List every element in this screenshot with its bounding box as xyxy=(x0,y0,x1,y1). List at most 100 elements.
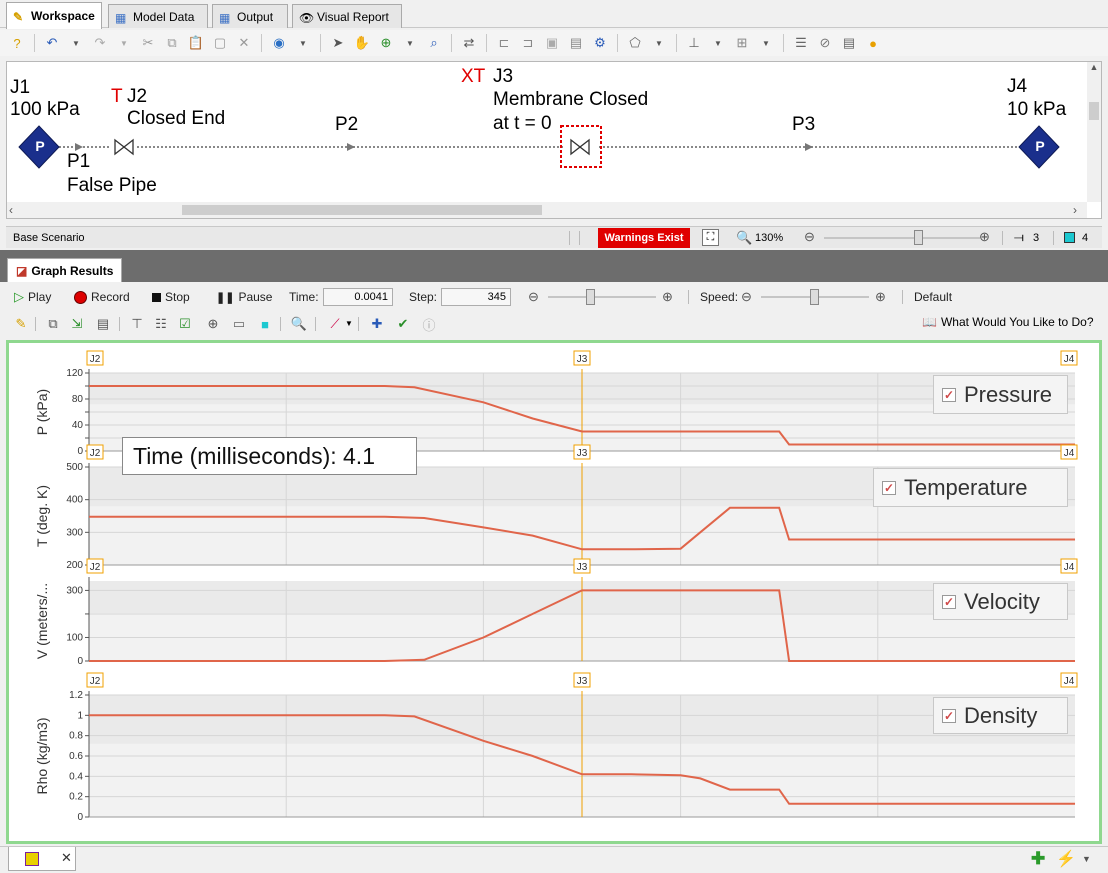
highlight-icon[interactable]: ■ xyxy=(254,313,276,335)
graph-data-icon[interactable]: ▤ xyxy=(92,313,114,335)
chevron-down-icon[interactable]: ▼ xyxy=(292,32,314,54)
tab-model-data[interactable]: ▦ Model Data xyxy=(108,4,208,28)
checkbox-icon[interactable]: ✓ xyxy=(882,480,896,495)
close-icon[interactable]: ✕ xyxy=(61,850,72,866)
legend-icon[interactable]: ☷ xyxy=(150,313,172,335)
crosshair-icon[interactable]: ⊕ xyxy=(202,313,224,335)
redo-icon[interactable]: ↷ xyxy=(89,32,111,54)
reverse-direction-icon[interactable]: ⇄ xyxy=(458,32,480,54)
help-link[interactable]: 📖 What Would You Like to Do? xyxy=(922,315,1094,329)
binoculars-icon[interactable]: ⌕ xyxy=(423,32,445,54)
pause-button[interactable]: ❚❚ Pause xyxy=(216,284,272,310)
step-decrease-icon[interactable]: ⊖ xyxy=(528,284,539,310)
scroll-left-icon[interactable]: ‹ xyxy=(9,203,13,217)
lock-icon[interactable]: ▣ xyxy=(541,32,563,54)
step-field[interactable]: 345 xyxy=(441,288,511,306)
axis-icon[interactable]: ⊥ xyxy=(683,32,705,54)
horizontal-scrollbar[interactable]: ‹ › xyxy=(7,202,1087,218)
play-button[interactable]: ▷ Play xyxy=(14,284,51,310)
vertical-scrollbar[interactable]: ▲ xyxy=(1087,62,1101,202)
pause-icon: ❚❚ xyxy=(216,291,235,304)
tab-workspace[interactable]: ✎ Workspace xyxy=(6,2,102,29)
y-tick-label: 1.2 xyxy=(69,690,83,701)
add-graph-icon[interactable]: ✚ xyxy=(366,313,388,335)
globe-icon[interactable]: ◉ xyxy=(268,32,290,54)
step-slider-thumb[interactable] xyxy=(586,289,595,305)
undo-icon[interactable]: ↶ xyxy=(41,32,63,54)
tab-graph-results[interactable]: ◪ Graph Results xyxy=(7,258,123,282)
stop-button[interactable]: Stop xyxy=(152,284,190,310)
paste-icon[interactable]: 📋 xyxy=(185,32,207,54)
zoom-in-icon[interactable]: ⊕ xyxy=(375,32,397,54)
graph-list-tab[interactable]: ✕ xyxy=(8,847,76,871)
report-icon[interactable]: ▤ xyxy=(838,32,860,54)
no-icon[interactable]: ⊘ xyxy=(814,32,836,54)
warnings-badge[interactable]: Warnings Exist xyxy=(598,228,690,248)
chevron-down-icon[interactable]: ▼ xyxy=(345,319,353,328)
select-all-icon[interactable]: ▢ xyxy=(209,32,231,54)
speed-increase-icon[interactable]: ⊕ xyxy=(875,284,886,310)
list-icon[interactable]: ☰ xyxy=(790,32,812,54)
shape-icon[interactable]: ⬠ xyxy=(624,32,646,54)
chevron-down-icon[interactable]: ▼ xyxy=(113,32,135,54)
speed-decrease-icon[interactable]: ⊖ xyxy=(741,284,752,310)
legend-velocity[interactable]: ✓ Velocity xyxy=(933,583,1068,620)
checkbox-toggle-icon[interactable]: ☑ xyxy=(174,313,196,335)
cut-icon[interactable]: ✂ xyxy=(137,32,159,54)
default-speed-button[interactable]: Default xyxy=(914,284,952,310)
zoom-out-icon[interactable]: ⊖ xyxy=(804,229,815,245)
chevron-down-icon[interactable]: ▼ xyxy=(65,32,87,54)
legend-pressure[interactable]: ✓ Pressure xyxy=(933,375,1068,414)
zoom-graph-icon[interactable]: 🔍 xyxy=(288,313,310,335)
chevron-down-icon[interactable]: ▼ xyxy=(707,32,729,54)
rotate-icon[interactable]: ⊐ xyxy=(517,32,539,54)
checkbox-icon[interactable]: ✓ xyxy=(942,387,956,402)
scroll-up-icon[interactable]: ▲ xyxy=(1087,62,1101,76)
align-icon[interactable]: ⊏ xyxy=(493,32,515,54)
series-style-icon[interactable]: ⟋ xyxy=(324,313,346,335)
time-field[interactable]: 0.0041 xyxy=(323,288,393,306)
vertical-scroll-thumb[interactable] xyxy=(1089,102,1099,120)
special-tool-icon[interactable]: ⚙ xyxy=(589,32,611,54)
add-text-icon[interactable]: ⊤ xyxy=(126,313,148,335)
chevron-down-icon[interactable]: ▼ xyxy=(648,32,670,54)
workspace-canvas[interactable]: P P J1 100 kPa T J2 Closed End P1 False … xyxy=(6,61,1102,219)
horizontal-scroll-thumb[interactable] xyxy=(182,205,542,215)
step-slider-track[interactable] xyxy=(548,296,656,298)
speed-slider-thumb[interactable] xyxy=(810,289,819,305)
separator xyxy=(261,34,262,52)
help-icon[interactable]: ? xyxy=(6,32,28,54)
hand-pan-icon[interactable]: ✋ xyxy=(351,32,373,54)
checkbox-icon[interactable]: ✓ xyxy=(942,708,956,723)
chevron-down-icon[interactable]: ▼ xyxy=(399,32,421,54)
layout-icon[interactable]: ⊞ xyxy=(731,32,753,54)
scroll-right-icon[interactable]: › xyxy=(1073,203,1077,217)
group-icon[interactable]: ▤ xyxy=(565,32,587,54)
legend-temperature[interactable]: ✓ Temperature xyxy=(873,468,1068,507)
lightbulb-icon[interactable]: ● xyxy=(862,32,884,54)
approve-icon[interactable]: ✔ xyxy=(392,313,414,335)
pointer-icon[interactable]: ➤ xyxy=(327,32,349,54)
checkbox-icon[interactable]: ✓ xyxy=(942,594,956,609)
tab-output[interactable]: ▦ Output xyxy=(212,4,288,28)
zoom-slider-track[interactable] xyxy=(824,237,980,239)
step-increase-icon[interactable]: ⊕ xyxy=(662,284,673,310)
chevron-down-icon[interactable]: ▼ xyxy=(755,32,777,54)
legend-density[interactable]: ✓ Density xyxy=(933,697,1068,734)
edit-graph-icon[interactable]: ✎ xyxy=(10,313,32,335)
export-graph-icon[interactable]: ⇲ xyxy=(66,313,88,335)
separator xyxy=(34,34,35,52)
info-icon[interactable]: ⓘ xyxy=(418,313,440,335)
marker-icon[interactable]: ▭ xyxy=(228,313,250,335)
tab-visual-report[interactable]: 👁 Visual Report xyxy=(292,4,402,28)
delete-icon[interactable]: ✕ xyxy=(233,32,255,54)
add-tab-icon[interactable]: ✚ xyxy=(1031,849,1045,869)
fit-view-icon[interactable]: ⛶ xyxy=(702,229,719,246)
chevron-down-icon[interactable]: ▼ xyxy=(1082,854,1091,864)
copy-graph-icon[interactable]: ⧉ xyxy=(42,313,64,335)
zoom-in-icon[interactable]: ⊕ xyxy=(979,229,990,245)
record-button[interactable]: Record xyxy=(74,284,130,310)
zoom-slider-thumb[interactable] xyxy=(914,230,923,245)
copy-icon[interactable]: ⧉ xyxy=(161,32,183,54)
lightning-icon[interactable]: ⚡ xyxy=(1056,849,1076,869)
